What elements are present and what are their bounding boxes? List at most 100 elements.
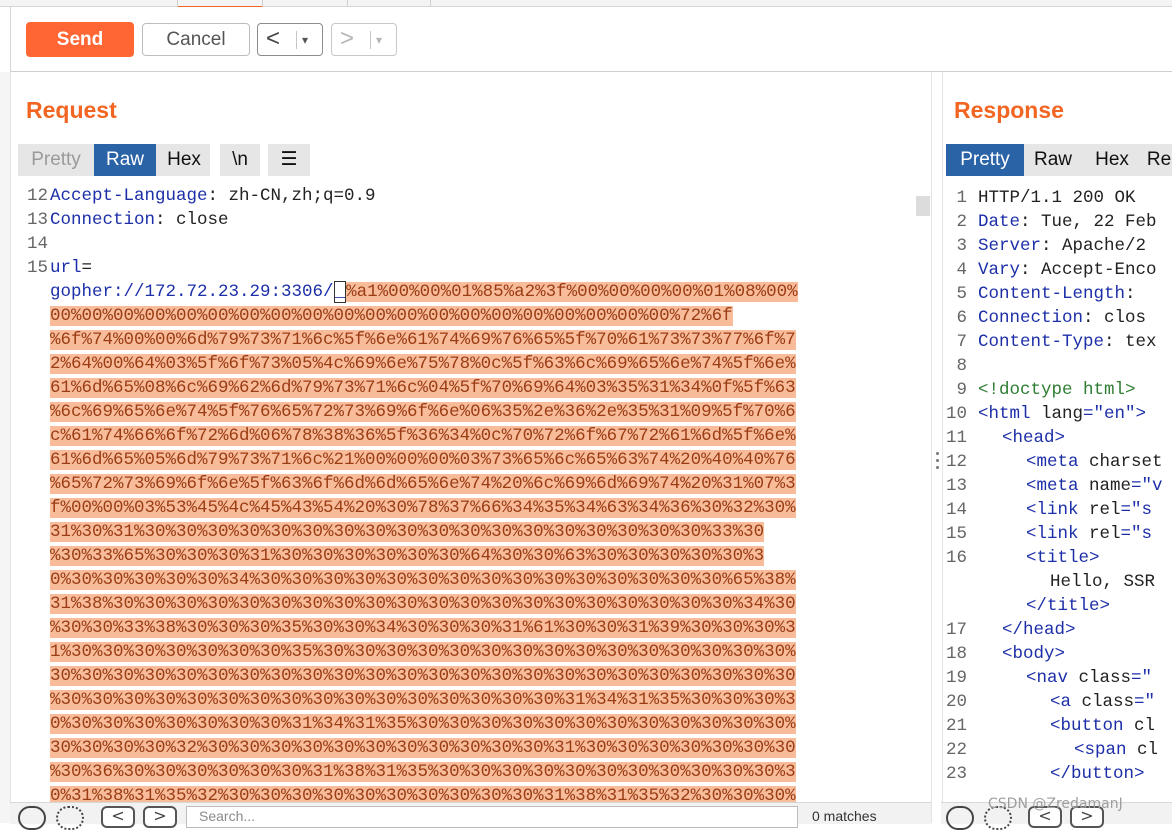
tab-hex[interactable]: Hex xyxy=(1082,144,1142,176)
chevron-left-icon: < xyxy=(111,806,125,825)
line-number: 1 xyxy=(956,188,967,208)
code-token: ="en"> xyxy=(1083,404,1147,424)
line-content: 0%30%30%30%30%30%34%30%30%30%30%30%30%30… xyxy=(50,568,796,592)
line-content: Connection: clos xyxy=(978,306,1146,330)
code-token: <button xyxy=(1050,716,1135,736)
line-content: Date: Tue, 22 Feb xyxy=(978,210,1157,234)
previous-match-button[interactable]: < xyxy=(101,806,135,828)
send-button[interactable]: Send xyxy=(26,22,134,57)
code-token: Connection xyxy=(50,210,156,230)
code-token: <!doctype html> xyxy=(978,380,1136,400)
chevron-down-icon[interactable]: ▾ xyxy=(376,28,382,52)
code-token: </button> xyxy=(1050,764,1145,784)
chevron-down-icon[interactable]: ▾ xyxy=(302,28,308,52)
line-number: 14 xyxy=(26,234,48,254)
code-line: gopher://172.72.23.29:3306/_%a1%00%00%01… xyxy=(10,280,916,304)
code-token: Content-Type xyxy=(978,332,1105,352)
line-content: <!doctype html> xyxy=(978,378,1136,402)
code-line: 1%30%30%30%30%30%30%30%35%30%30%30%30%30… xyxy=(10,640,916,664)
code-line: 6 Connection: clos xyxy=(941,306,1172,330)
tab-raw[interactable]: Raw xyxy=(1024,144,1082,176)
code-line: 31%30%31%30%30%30%30%30%30%30%30%30%30%3… xyxy=(10,520,916,544)
top-tab[interactable] xyxy=(263,0,348,6)
search-placeholder: Search... xyxy=(199,808,256,824)
code-line: 13 Connection: close xyxy=(10,208,916,232)
code-line: 21 <button cl xyxy=(941,714,1172,738)
next-match-button[interactable]: > xyxy=(143,806,177,828)
code-line: f%00%00%03%53%45%4c%45%43%54%20%30%78%37… xyxy=(10,496,916,520)
highlighted-payload: 2%64%00%64%03%5f%6f%73%05%4c%69%6e%75%78… xyxy=(50,354,796,374)
line-number: 20 xyxy=(945,692,967,712)
code-token: class xyxy=(1081,692,1135,712)
code-line: 7 Content-Type: tex xyxy=(941,330,1172,354)
top-tab[interactable] xyxy=(348,0,431,6)
code-token: cl xyxy=(1134,716,1156,736)
history-forward-button[interactable]: > ▾ xyxy=(331,23,397,56)
code-line: 30%30%30%30%32%30%30%30%30%30%30%30%30%3… xyxy=(10,736,916,760)
request-search-input[interactable]: Search... xyxy=(186,806,798,828)
line-content: <head> xyxy=(1002,426,1065,450)
code-line: 8 xyxy=(941,354,1172,378)
request-panel-title: Request xyxy=(26,97,117,123)
code-line: 18 <body> xyxy=(941,642,1172,666)
line-content: 61%6d%65%05%6d%79%73%71%6c%21%00%00%00%0… xyxy=(50,448,796,472)
highlighted-payload: 30%30%30%30%30%30%30%30%30%30%30%30%30%3… xyxy=(50,666,796,686)
chevron-right-icon: > xyxy=(153,806,167,825)
code-token: <head> xyxy=(1002,428,1066,448)
line-content: <meta name="v xyxy=(1026,474,1163,498)
tab-hex[interactable]: Hex xyxy=(156,144,212,176)
code-token: : tex xyxy=(1104,332,1157,352)
help-icon[interactable] xyxy=(946,806,974,830)
tab-pretty[interactable]: Pretty xyxy=(18,144,94,176)
line-number: 3 xyxy=(956,236,967,256)
request-editor[interactable]: 12 Accept-Language: zh-CN,zh;q=0.9 13 Conne… xyxy=(10,184,916,802)
code-token: <link xyxy=(1026,500,1090,520)
tab-render[interactable]: Re xyxy=(1142,144,1172,176)
request-view-tabs: Pretty Raw Hex xyxy=(18,144,210,176)
line-content: %6f%74%00%00%6d%79%73%71%6c%5f%6e%61%74%… xyxy=(50,328,796,352)
history-back-button[interactable]: < ▾ xyxy=(257,23,323,56)
line-content: <body> xyxy=(1002,642,1065,666)
tab-pretty[interactable]: Pretty xyxy=(946,144,1024,176)
help-icon[interactable] xyxy=(18,806,46,830)
line-content: gopher://172.72.23.29:3306/_%a1%00%00%01… xyxy=(50,280,798,304)
line-content: %30%30%33%38%30%30%30%35%30%30%34%30%30%… xyxy=(50,616,796,640)
response-editor[interactable]: 1 HTTP/1.1 200 OK 2 Date: Tue, 22 Feb 3 Serve… xyxy=(941,186,1172,802)
code-token: rel xyxy=(1089,500,1121,520)
options-menu-button[interactable]: ☰ xyxy=(268,144,310,176)
chevron-right-icon: > xyxy=(340,25,355,52)
line-content: <html lang="en"> xyxy=(978,402,1146,426)
line-content: Connection: close xyxy=(50,208,229,232)
menu-icon: ☰ xyxy=(280,149,298,170)
code-line: 14 xyxy=(10,232,916,256)
gear-icon[interactable] xyxy=(56,806,84,830)
line-content: </head> xyxy=(1002,618,1076,642)
highlighted-payload: %30%30%33%38%30%30%30%35%30%30%34%30%30%… xyxy=(50,618,796,638)
code-line: 31%38%30%30%30%30%30%30%30%30%30%30%30%3… xyxy=(10,592,916,616)
code-line: 61%6d%65%05%6d%79%73%71%6c%21%00%00%00%0… xyxy=(10,448,916,472)
line-number: 18 xyxy=(945,644,967,664)
line-content: 30%30%30%30%30%30%30%30%30%30%30%30%30%3… xyxy=(50,664,796,688)
request-scrollbar-thumb[interactable] xyxy=(916,196,930,216)
code-line: %6c%69%65%6e%74%5f%76%65%72%73%69%6f%6e%… xyxy=(10,400,916,424)
code-token: gopher://172.72.23.29:3306/ xyxy=(50,282,334,302)
newline-toggle-button[interactable]: \n xyxy=(220,144,260,176)
top-tab[interactable] xyxy=(95,0,178,6)
top-tab-strip xyxy=(0,0,1172,8)
code-line: 11 <head> xyxy=(941,426,1172,450)
line-content: <link rel="s xyxy=(1026,498,1152,522)
code-token: : xyxy=(1125,284,1136,304)
code-line: 0%30%30%30%30%30%30%30%31%34%31%35%30%30… xyxy=(10,712,916,736)
line-number: 11 xyxy=(945,428,967,448)
highlighted-payload: 61%6d%65%08%6c%69%62%6d%79%73%71%6c%04%5… xyxy=(50,378,796,398)
code-line: 13 <meta name="v xyxy=(941,474,1172,498)
code-token: </head> xyxy=(1002,620,1076,640)
highlighted-payload: 00%00%00%00%00%00%00%00%00%00%00%00%00%0… xyxy=(50,306,733,326)
code-line: 1 HTTP/1.1 200 OK xyxy=(941,186,1172,210)
code-line: 14 <link rel="s xyxy=(941,498,1172,522)
highlighted-payload: %a1%00%00%01%85%a2%3f%00%00%00%00%01%08%… xyxy=(346,282,798,302)
cancel-button[interactable]: Cancel xyxy=(142,23,250,56)
tab-raw[interactable]: Raw xyxy=(94,144,156,176)
code-line: 2%64%00%64%03%5f%6f%73%05%4c%69%6e%75%78… xyxy=(10,352,916,376)
code-line: 10 <html lang="en"> xyxy=(941,402,1172,426)
